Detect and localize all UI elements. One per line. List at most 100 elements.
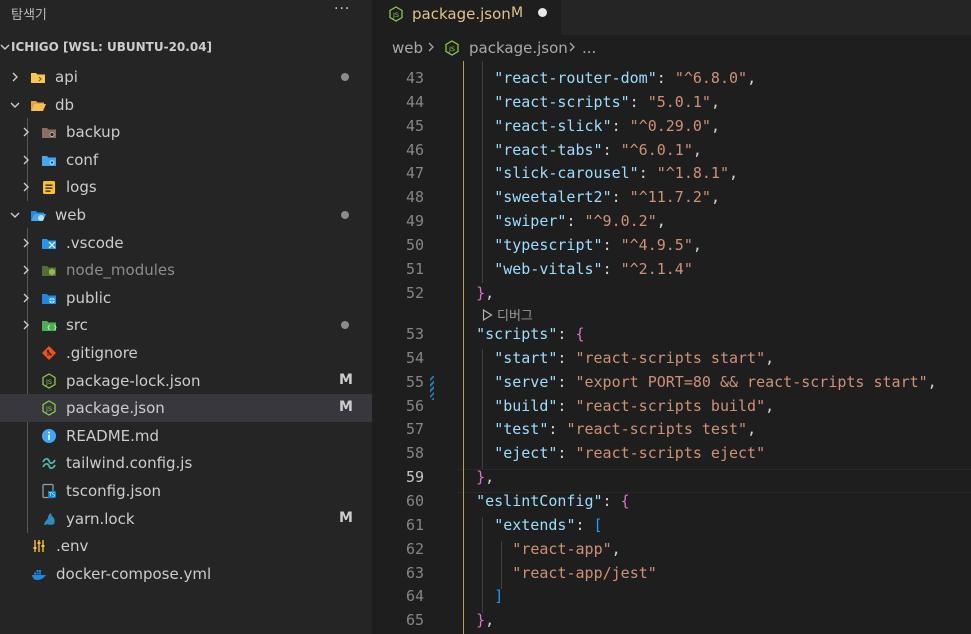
tree-item-label: conf (66, 150, 99, 169)
tab-package-json[interactable]: JS package.json M (372, 0, 561, 35)
svg-text:JS: JS (45, 405, 52, 413)
json-string-quote: " (620, 235, 630, 254)
json-string-value: ^11.7.2 (638, 188, 702, 207)
colon: : (557, 325, 576, 343)
close-bracket: } (476, 468, 486, 487)
json-key-quote: " (593, 491, 603, 510)
tree-item-public[interactable]: public (0, 284, 372, 312)
tsconfig-icon: TS (42, 483, 56, 499)
tree-item-db[interactable]: db (0, 91, 372, 119)
json-string-quote: " (701, 116, 711, 135)
code-line: "react-router-dom": "^6.8.0", (494, 69, 756, 87)
bracket-guide-root (463, 61, 464, 634)
tree-item-vscode[interactable]: .vscode (0, 229, 372, 257)
colon: : (656, 69, 675, 87)
comma: , (747, 420, 757, 439)
nodejs-icon: JS (42, 372, 56, 389)
indent-guide (482, 349, 483, 469)
chevron-right-icon (23, 265, 29, 275)
workspace-root[interactable]: ICHIGO [WSL: UBUNTU-20.04] (0, 36, 372, 60)
code-line: "test": "react-scripts test", (494, 420, 756, 438)
tree-item-node-modules[interactable]: node_modules (0, 256, 372, 284)
tree-item-package-json[interactable]: JS package.json M (0, 394, 372, 422)
tree-item-readme-md[interactable]: README.md (0, 422, 372, 450)
comma: , (485, 611, 495, 630)
json-key: slick-carousel (503, 164, 630, 183)
more-actions-icon[interactable]: ··· (334, 1, 350, 17)
tree-item-label: node_modules (66, 261, 175, 280)
tree-item-backup[interactable]: backup (0, 118, 372, 146)
tree-item-label: tsconfig.json (66, 481, 162, 500)
chevron-right-icon (23, 238, 29, 248)
json-string-quote: " (575, 348, 585, 367)
breadcrumb-item-web[interactable]: web (392, 39, 423, 57)
info-icon (42, 428, 56, 443)
json-string-quote: " (756, 348, 766, 367)
json-key: eject (503, 444, 549, 463)
editor-area: JS package.json M web JS package.json ..… (372, 0, 971, 634)
chevron-right-icon (428, 42, 434, 52)
code-line: "react-app", (512, 540, 620, 558)
colon: : (557, 444, 576, 463)
line-number: 49 (405, 212, 424, 231)
line-number: 56 (405, 396, 424, 415)
code-line: "react-slick": "^0.29.0", (494, 117, 720, 135)
json-key: eslintConfig (485, 491, 594, 510)
breadcrumb-item-symbol[interactable]: ... (582, 39, 596, 57)
line-number: 54 (405, 348, 424, 367)
json-key-quote: " (593, 235, 603, 254)
json-string-value: ^9.0.2 (593, 212, 648, 231)
file-tree: api db backup conf logs web .vscode node_module… (0, 63, 372, 587)
line-number: 61 (405, 515, 424, 534)
tree-item-label: api (55, 68, 78, 86)
tree-item-yarn-lock[interactable]: yarn.lock M (0, 505, 372, 533)
code-line: "web-vitals": "^2.1.4" (494, 260, 693, 278)
tree-item-label: .env (56, 537, 89, 556)
tree-item-label: yarn.lock (66, 509, 135, 528)
tree-item-gitignore[interactable]: .gitignore (0, 339, 372, 367)
tree-item-tsconfig-json[interactable]: TS tsconfig.json (0, 477, 372, 505)
code-editor[interactable]: 디버그 43 "react-router-dom": "^6.8.0", 44 "re… (372, 61, 971, 634)
line-number: 55 (405, 372, 424, 391)
nodejs-icon: JS (445, 40, 459, 56)
tree-item-label: README.md (66, 426, 160, 445)
folder-public-icon (42, 293, 56, 304)
json-key-quote: " (494, 396, 504, 415)
folder-logs-icon (43, 181, 55, 195)
json-string-quote: " (656, 164, 666, 183)
tree-item-package-lock-json[interactable]: JS package-lock.json M (0, 367, 372, 395)
colon: : (611, 116, 630, 135)
json-string-quote: " (683, 140, 693, 159)
tree-item-conf[interactable]: conf (0, 146, 372, 174)
line-number: 60 (405, 491, 424, 510)
chevron-right-icon (23, 155, 29, 165)
tree-item-src[interactable]: src (0, 311, 372, 339)
line-number: 47 (405, 164, 424, 183)
tree-item-tailwind-config-js[interactable]: tailwind.config.js (0, 449, 372, 477)
json-key-quote: " (494, 116, 504, 135)
git-modified-badge: M (339, 509, 353, 526)
chevron-right-icon (23, 320, 29, 330)
dirty-diff-indicator[interactable] (430, 376, 434, 400)
breadcrumb-item-file[interactable]: package.json (469, 39, 568, 57)
chevron-right-icon (23, 293, 29, 303)
unsaved-dot-icon[interactable] (538, 8, 547, 17)
line-number: 52 (405, 283, 424, 302)
json-key: react-scripts (503, 92, 621, 111)
tree-item-env[interactable]: .env (0, 532, 372, 560)
code-line: }, (476, 468, 494, 486)
tree-item-web[interactable]: web (0, 201, 372, 229)
line-number: 44 (405, 92, 424, 111)
tree-item-logs[interactable]: logs (0, 173, 372, 201)
comma: , (710, 92, 720, 111)
comma: , (765, 348, 775, 367)
git-icon (42, 345, 56, 360)
tree-item-api[interactable]: api (0, 63, 372, 91)
json-key-quote: " (494, 188, 504, 207)
folder-db-open-icon (31, 100, 46, 111)
tree-item-docker-compose-yml[interactable]: docker-compose.yml (0, 560, 372, 588)
codelens-debug[interactable]: 디버그 (482, 305, 533, 324)
json-string-quote: " (719, 164, 729, 183)
json-key-quote: " (494, 348, 504, 367)
code-line: "serve": "export PORT=80 && react-script… (494, 373, 937, 391)
